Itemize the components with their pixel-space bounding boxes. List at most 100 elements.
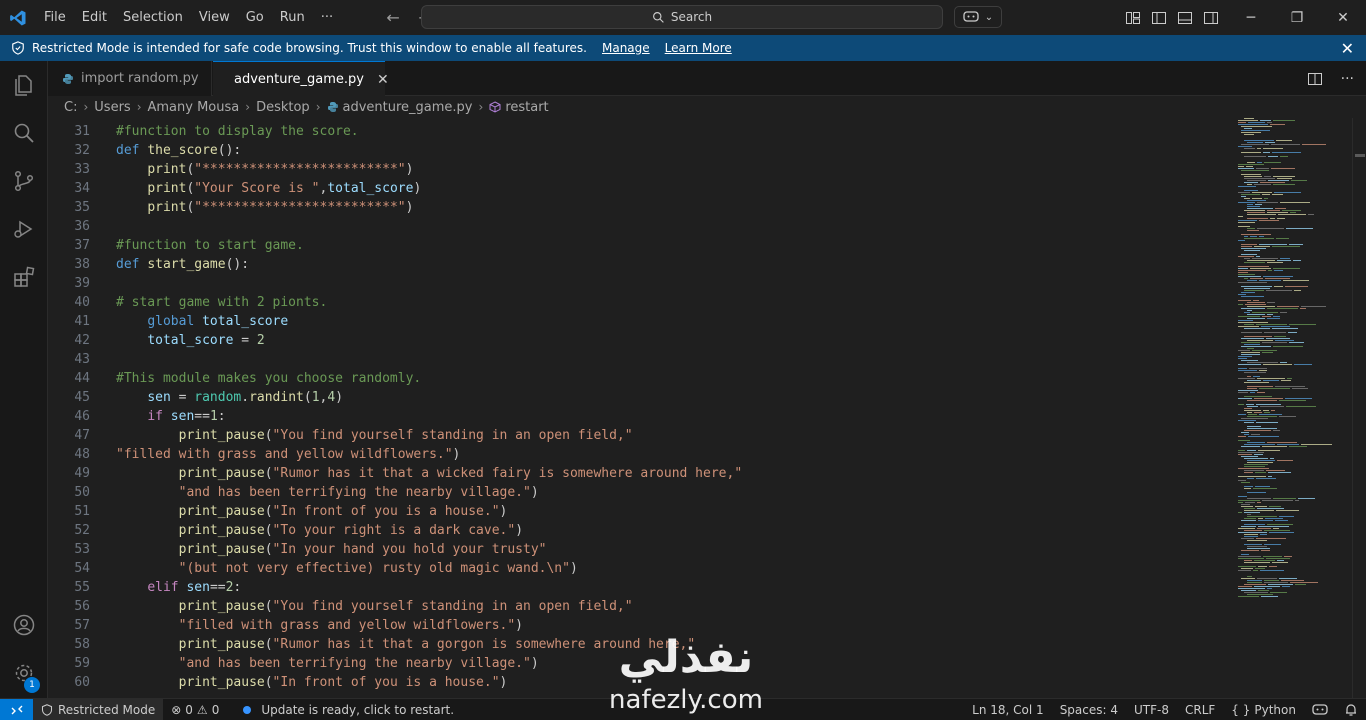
code-line[interactable]: 44 #This module makes you choose randomly… — [48, 369, 1232, 388]
learn-more-link[interactable]: Learn More — [665, 41, 732, 55]
code-line[interactable]: 55 elif sen==2: — [48, 578, 1232, 597]
minimap-stroke — [1276, 140, 1292, 141]
code-line[interactable]: 38 def start_game(): — [48, 255, 1232, 274]
code-line[interactable]: 48 "filled with grass and yellow wildflow… — [48, 445, 1232, 464]
code-line[interactable]: 45 sen = random.randint(1,4) — [48, 388, 1232, 407]
code-line[interactable]: 59 "and has been terrifying the nearby v… — [48, 654, 1232, 673]
code-line[interactable]: 58 print_pause("Rumor has it that a gorg… — [48, 635, 1232, 654]
close-window-icon[interactable]: ✕ — [1320, 0, 1366, 35]
cursor-position[interactable]: Ln 18, Col 1 — [964, 699, 1052, 720]
code-line[interactable]: 57 "filled with grass and yellow wildflo… — [48, 616, 1232, 635]
menu-view[interactable]: View — [191, 0, 238, 35]
vertical-scrollbar[interactable] — [1352, 118, 1366, 698]
customize-layout-icon[interactable] — [1125, 10, 1141, 26]
menu-edit[interactable]: Edit — [74, 0, 115, 35]
restricted-mode-indicator[interactable]: Restricted Mode — [33, 698, 164, 720]
extensions-icon[interactable] — [0, 253, 48, 301]
minimap-stroke — [1308, 214, 1314, 215]
scrollbar-thumb[interactable] — [1355, 154, 1365, 157]
minimap-stroke — [1255, 486, 1270, 487]
minimap-stroke — [1244, 592, 1268, 593]
restore-icon[interactable]: ❐ — [1274, 0, 1320, 35]
breadcrumb-item[interactable]: C: — [64, 100, 77, 115]
minimap-stroke — [1244, 530, 1262, 531]
code-line[interactable]: 32 def the_score(): — [48, 141, 1232, 160]
minimap[interactable] — [1234, 118, 1352, 698]
code-line[interactable]: 50 "and has been terrifying the nearby v… — [48, 483, 1232, 502]
minimap-stroke — [1244, 134, 1254, 135]
remote-indicator[interactable] — [0, 698, 33, 720]
code-line[interactable]: 51 print_pause("In front of you is a hou… — [48, 502, 1232, 521]
code-line[interactable]: 42 total_score = 2 — [48, 331, 1232, 350]
code-line[interactable]: 34 print("Your Score is ",total_score) — [48, 179, 1232, 198]
code-line[interactable]: 47 print_pause("You find yourself standi… — [48, 426, 1232, 445]
tab-adventure-game[interactable]: adventure_game.py ✕ — [213, 61, 389, 97]
minimap-stroke — [1238, 566, 1256, 567]
code-line[interactable]: 37 #function to start game. — [48, 236, 1232, 255]
explorer-icon[interactable] — [0, 61, 48, 109]
encoding[interactable]: UTF-8 — [1126, 699, 1177, 720]
code-line[interactable]: 52 print_pause("To your right is a dark … — [48, 521, 1232, 540]
menu-file[interactable]: File — [36, 0, 74, 35]
source-control-icon[interactable] — [0, 157, 48, 205]
command-center-search[interactable]: Search — [421, 5, 943, 29]
breadcrumb-item[interactable]: restart — [505, 100, 548, 115]
minimap-stroke — [1244, 210, 1265, 211]
close-banner-icon[interactable]: ✕ — [1341, 39, 1354, 58]
code-line[interactable]: 46 if sen==1: — [48, 407, 1232, 426]
problems-indicator[interactable]: ⊗ 0 ⚠ 0 — [163, 699, 227, 720]
code-line[interactable]: 53 print_pause("In your hand you hold yo… — [48, 540, 1232, 559]
minimap-stroke — [1241, 152, 1261, 153]
minimap-stroke — [1250, 278, 1263, 279]
breadcrumb-item[interactable]: Users — [94, 100, 130, 115]
toggle-secondary-sidebar-icon[interactable] — [1203, 10, 1219, 26]
more-actions-icon[interactable]: ··· — [1341, 71, 1354, 87]
code-line[interactable]: 33 print("*************************") — [48, 160, 1232, 179]
code-line[interactable]: 39 — [48, 274, 1232, 293]
line-ending[interactable]: CRLF — [1177, 699, 1223, 720]
code-line[interactable]: 49 print_pause("Rumor has it that a wick… — [48, 464, 1232, 483]
accounts-icon[interactable] — [0, 601, 48, 649]
code-line[interactable]: 31 #function to display the score. — [48, 122, 1232, 141]
back-arrow-icon[interactable]: ← — [381, 8, 405, 27]
code-line[interactable]: 36 — [48, 217, 1232, 236]
menu-more[interactable]: ··· — [313, 0, 341, 35]
code-editor[interactable]: 31 #function to display the score. 32 def t… — [48, 122, 1232, 698]
run-debug-icon[interactable] — [0, 205, 48, 253]
update-notification[interactable]: Update is ready, click to restart. — [235, 699, 462, 720]
code-line[interactable]: 56 print_pause("You find yourself standi… — [48, 597, 1232, 616]
code-line[interactable]: 41 global total_score — [48, 312, 1232, 331]
breadcrumb-item[interactable]: Amany Mousa — [148, 100, 240, 115]
toggle-panel-icon[interactable] — [1177, 10, 1193, 26]
minimap-stroke — [1244, 518, 1256, 519]
search-view-icon[interactable] — [0, 109, 48, 157]
copilot-button[interactable]: ⌄ — [954, 6, 1002, 28]
minimap-stroke — [1262, 500, 1293, 501]
menu-selection[interactable]: Selection — [115, 0, 191, 35]
language-mode[interactable]: { } Python — [1223, 699, 1304, 720]
minimap-stroke — [1244, 410, 1261, 411]
code-line[interactable]: 43 — [48, 350, 1232, 369]
split-editor-icon[interactable] — [1307, 71, 1323, 87]
manage-gear-icon[interactable]: 1 — [0, 649, 48, 697]
tab-label: import random.py — [81, 71, 199, 86]
breadcrumb-item[interactable]: Desktop — [256, 100, 310, 115]
menu-run[interactable]: Run — [272, 0, 313, 35]
minimap-stroke — [1244, 118, 1254, 119]
indentation[interactable]: Spaces: 4 — [1052, 699, 1126, 720]
menu-go[interactable]: Go — [238, 0, 272, 35]
breadcrumb-item[interactable]: adventure_game.py — [343, 100, 473, 115]
minimap-stroke — [1274, 336, 1286, 337]
code-line[interactable]: 60 print_pause("In front of you is a hou… — [48, 673, 1232, 692]
notifications-bell-icon[interactable] — [1336, 699, 1366, 720]
minimap-stroke — [1277, 178, 1292, 179]
close-tab-icon[interactable]: ✕ — [377, 72, 389, 88]
code-line[interactable]: 40 # start game with 2 pionts. — [48, 293, 1232, 312]
tab-import-random[interactable]: import random.py — [48, 61, 212, 96]
code-line[interactable]: 54 "(but not very effective) rusty old m… — [48, 559, 1232, 578]
toggle-primary-sidebar-icon[interactable] — [1151, 10, 1167, 26]
copilot-status-icon[interactable] — [1304, 699, 1336, 720]
manage-link[interactable]: Manage — [602, 41, 650, 55]
minimize-icon[interactable]: ─ — [1228, 0, 1274, 35]
code-line[interactable]: 35 print("*************************") — [48, 198, 1232, 217]
